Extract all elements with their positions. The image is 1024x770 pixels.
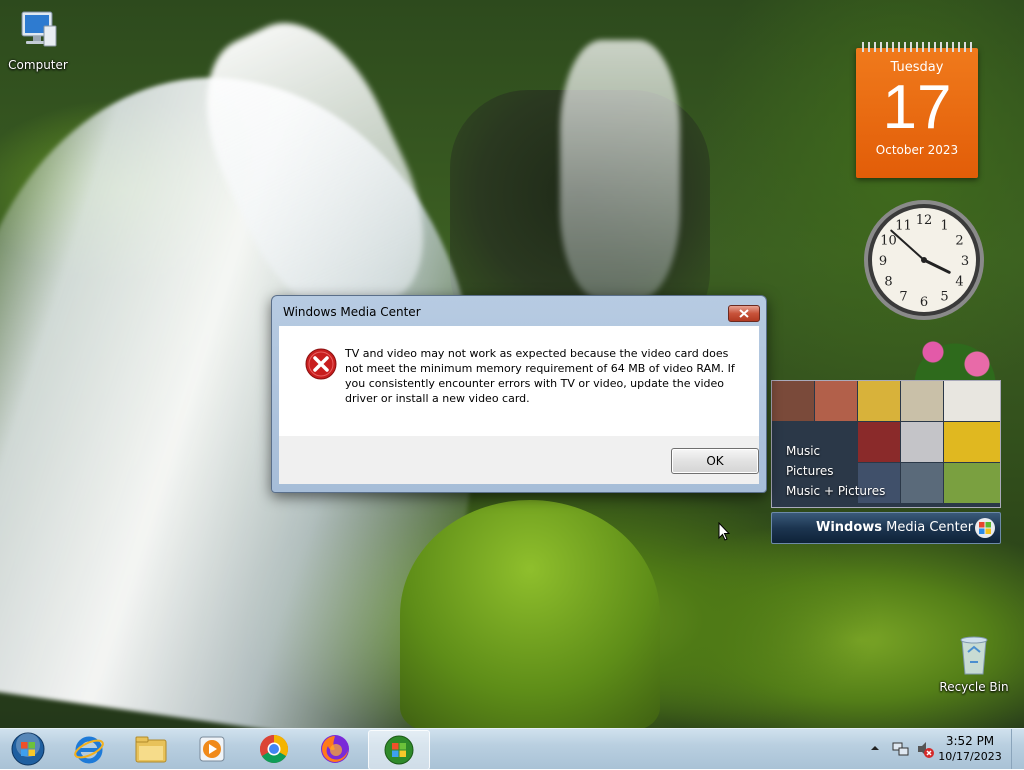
media-tile [901,463,943,503]
show-desktop-button[interactable] [1011,729,1024,769]
windows-media-center-icon [384,735,414,765]
recycle-bin-desktop-icon[interactable]: Recycle Bin [938,630,1010,694]
calendar-day-number: 17 [882,73,952,142]
taskbar-clock-date[interactable]: 10/17/2023 [938,750,1002,763]
clock-number: 7 [899,290,907,305]
wallpaper-waterfall-right [560,40,680,300]
clock-number: 6 [920,295,928,310]
ok-button[interactable]: OK [671,448,759,474]
dialog-close-button[interactable] [728,305,760,322]
clock-number: 5 [940,290,948,305]
volume-muted-icon[interactable] [916,740,934,758]
taskbar-firefox[interactable] [306,730,364,768]
wallpaper-moss [400,500,660,728]
taskbar: 3:52 PM 10/17/2023 [0,728,1024,770]
clock-number: 9 [879,254,887,269]
media-center-bar-label: Windows Media Center [816,513,973,543]
error-icon [305,348,337,380]
media-tile [944,381,1000,421]
media-tiles: Music Pictures Music + Pictures [771,380,1001,508]
taskbar-internet-explorer[interactable] [60,730,118,768]
menu-item-music-pictures[interactable]: Music + Pictures [786,481,885,501]
taskbar-media-player[interactable] [183,730,241,768]
calendar-weekday: Tuesday [890,60,944,75]
computer-desktop-icon[interactable]: Computer [2,8,74,72]
clock-number: 12 [916,213,933,228]
clock-number: 3 [961,254,969,269]
show-hidden-icons-icon[interactable] [870,743,880,753]
media-tile [944,422,1000,462]
computer-icon-label: Computer [8,58,68,72]
media-tile [944,463,1000,503]
start-orb-icon [11,732,45,766]
windows-logo-icon [975,518,995,538]
clock-face: 12 12 3 45678 9 1011 [864,200,984,320]
media-center-gadget[interactable]: Music Pictures Music + Pictures Windows … [771,380,1001,544]
dialog-body: TV and video may not work as expected be… [279,326,759,436]
computer-icon [16,8,60,56]
media-center-launch-bar[interactable]: Windows Media Center [771,512,1001,544]
clock-number: 1 [940,219,948,234]
dialog-title: Windows Media Center [283,305,421,319]
mouse-cursor-icon [718,522,730,541]
error-dialog: Windows Media Center TV and video may no… [271,295,767,493]
media-tile [858,381,900,421]
calendar-rings [862,42,972,52]
dialog-footer: OK [279,436,759,484]
calendar-month-year: October 2023 [875,143,959,157]
calendar-gadget[interactable]: Tuesday 17 October 2023 [856,42,978,178]
media-tile [815,381,857,421]
firefox-icon [321,735,349,763]
media-player-icon [199,736,225,762]
start-button[interactable] [2,730,54,768]
clock-gadget[interactable]: 12 1 2 3 4 5 6 7 8 9 10 11 [862,198,986,322]
media-tile [772,381,814,421]
bar-label-rest: Media Center [882,520,974,535]
internet-explorer-icon [74,736,104,764]
recycle-bin-icon-label: Recycle Bin [939,680,1009,694]
taskbar-windows-media-center[interactable] [368,730,430,770]
menu-item-pictures[interactable]: Pictures [786,461,885,481]
file-explorer-icon [135,736,167,763]
media-tile [901,422,943,462]
chrome-icon [260,735,288,763]
taskbar-file-explorer[interactable] [122,730,180,768]
dialog-message: TV and video may not work as expected be… [345,347,735,405]
clock-number: 11 [895,219,912,234]
clock-number: 8 [884,275,892,290]
bar-label-bold: Windows [816,520,883,535]
network-icon[interactable] [892,740,910,758]
menu-item-music[interactable]: Music [786,441,885,461]
taskbar-clock-time[interactable]: 3:52 PM [944,734,996,749]
system-tray: 3:52 PM 10/17/2023 [864,729,1024,769]
taskbar-chrome[interactable] [245,730,303,768]
close-icon [739,309,749,318]
recycle-bin-icon [952,630,996,678]
media-center-menu: Music Pictures Music + Pictures [786,441,885,501]
clock-number: 2 [955,234,963,249]
media-tile [901,381,943,421]
clock-number: 4 [955,275,963,290]
clock-number: 10 [880,234,897,249]
